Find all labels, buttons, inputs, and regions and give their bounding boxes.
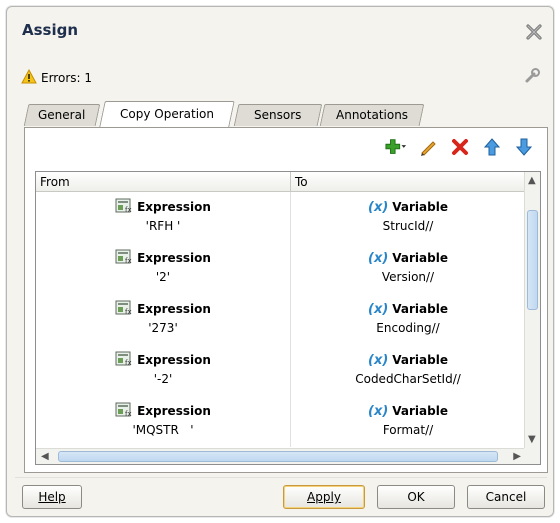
copy-toolbar (385, 136, 535, 158)
to-value: Version// (381, 270, 435, 284)
delete-icon[interactable] (449, 136, 471, 158)
from-value: '273' (148, 321, 178, 335)
from-type: Expression (137, 200, 211, 214)
expression-icon: fx (115, 198, 133, 217)
add-icon[interactable] (385, 136, 407, 158)
from-value: 'MQSTR ' (132, 423, 194, 437)
table-header: From To (36, 172, 525, 192)
from-cell[interactable]: fx Expression 'RFH ' (36, 192, 291, 243)
edit-icon[interactable] (417, 136, 439, 158)
cancel-button[interactable]: Cancel (467, 485, 545, 509)
variable-icon: (x) (368, 403, 389, 419)
svg-text:fx: fx (125, 410, 132, 418)
from-cell[interactable]: fx Expression '2' (36, 243, 291, 294)
scroll-right-arrow-icon[interactable]: ▶ (513, 451, 521, 462)
scroll-up-arrow-icon[interactable]: ▲ (528, 175, 536, 186)
to-cell[interactable]: (x) Variable Encoding// (291, 294, 525, 345)
tab-annotations[interactable]: Annotations (319, 104, 425, 126)
button-bar-divider (15, 477, 547, 478)
scroll-corner (524, 448, 540, 464)
errors-status: Errors: 1 (21, 68, 92, 87)
expression-icon: fx (115, 300, 133, 319)
from-type: Expression (137, 404, 211, 418)
from-value: 'RFH ' (145, 219, 181, 233)
copy-rules-table: From To fx Expression 'RFH ' (x) Variabl… (35, 171, 541, 465)
copy-operation-panel: From To fx Expression 'RFH ' (x) Variabl… (24, 127, 548, 473)
warning-icon (21, 68, 37, 87)
to-column-header[interactable]: To (291, 172, 525, 192)
to-type: Variable (392, 404, 448, 418)
vertical-scroll-thumb[interactable] (527, 210, 538, 310)
help-button[interactable]: Help (22, 485, 82, 509)
table-body: fx Expression 'RFH ' (x) Variable StrucI… (36, 192, 525, 447)
variable-icon: (x) (368, 199, 389, 215)
from-value: '-2' (153, 372, 173, 386)
from-column-header[interactable]: From (36, 172, 291, 192)
to-value: CodedCharSetId// (355, 372, 461, 386)
vertical-scrollbar[interactable]: ▲ ▼ (524, 172, 540, 448)
close-icon[interactable] (525, 23, 543, 41)
assign-dialog: Assign Errors: 1 General Copy Operation (6, 6, 554, 517)
scroll-left-arrow-icon[interactable]: ◀ (41, 451, 49, 462)
to-type: Variable (392, 251, 448, 265)
to-cell[interactable]: (x) Variable Format// (291, 396, 525, 447)
svg-text:fx: fx (125, 359, 132, 367)
from-cell[interactable]: fx Expression '273' (36, 294, 291, 345)
to-cell[interactable]: (x) Variable StrucId// (291, 192, 525, 243)
variable-icon: (x) (368, 352, 389, 368)
variable-icon: (x) (368, 301, 389, 317)
move-up-icon[interactable] (481, 136, 503, 158)
table-row[interactable]: fx Expression '273' (x) Variable Encodin… (36, 294, 525, 345)
svg-text:fx: fx (125, 308, 132, 316)
errors-label: Errors: 1 (41, 71, 92, 85)
from-cell[interactable]: fx Expression '-2' (36, 345, 291, 396)
table-row[interactable]: fx Expression 'MQSTR ' (x) Variable Form… (36, 396, 525, 447)
to-value: StrucId// (382, 219, 434, 233)
svg-text:fx: fx (125, 257, 132, 265)
from-value: '2' (155, 270, 171, 284)
tab-sensors[interactable]: Sensors (233, 104, 323, 126)
from-type: Expression (137, 302, 211, 316)
from-cell[interactable]: fx Expression 'MQSTR ' (36, 396, 291, 447)
wrench-icon[interactable] (523, 67, 541, 85)
expression-icon: fx (115, 402, 133, 421)
scroll-down-arrow-icon[interactable]: ▼ (528, 434, 536, 445)
to-cell[interactable]: (x) Variable Version// (291, 243, 525, 294)
table-row[interactable]: fx Expression 'RFH ' (x) Variable StrucI… (36, 192, 525, 243)
to-type: Variable (392, 353, 448, 367)
apply-button[interactable]: Apply (283, 485, 365, 509)
to-value: Format// (382, 423, 434, 437)
from-type: Expression (137, 251, 211, 265)
table-row[interactable]: fx Expression '-2' (x) Variable CodedCha… (36, 345, 525, 396)
from-type: Expression (137, 353, 211, 367)
expression-icon: fx (115, 351, 133, 370)
table-row[interactable]: fx Expression '2' (x) Variable Version// (36, 243, 525, 294)
to-value: Encoding// (376, 321, 440, 335)
horizontal-scrollbar[interactable]: ◀ ▶ (36, 448, 525, 464)
tab-copy-operation[interactable]: Copy Operation (99, 101, 235, 127)
expression-icon: fx (115, 249, 133, 268)
svg-text:fx: fx (125, 206, 132, 214)
to-cell[interactable]: (x) Variable CodedCharSetId// (291, 345, 525, 396)
variable-icon: (x) (368, 250, 389, 266)
horizontal-scroll-thumb[interactable] (58, 451, 498, 462)
to-type: Variable (392, 302, 448, 316)
move-down-icon[interactable] (513, 136, 535, 158)
to-type: Variable (392, 200, 448, 214)
ok-button[interactable]: OK (377, 485, 455, 509)
dialog-title: Assign (22, 21, 79, 39)
tab-general[interactable]: General (23, 104, 101, 126)
